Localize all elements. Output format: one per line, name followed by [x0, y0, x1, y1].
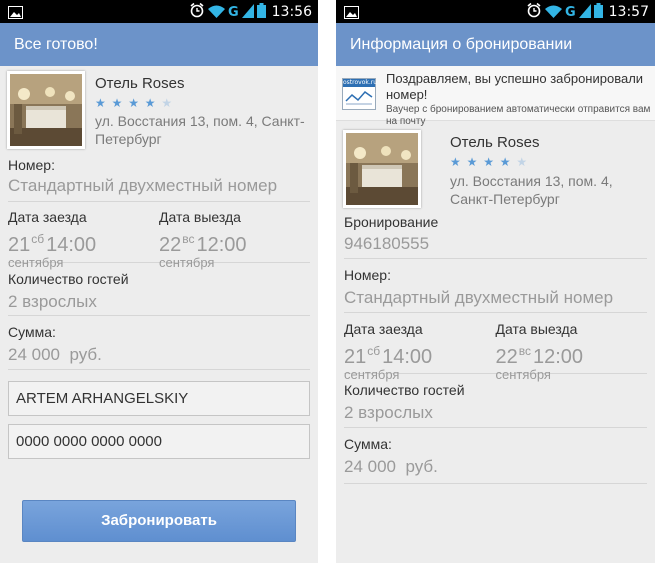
- checkin-day: 21: [344, 346, 367, 368]
- ostrovok-logo: ostrovok.ru: [342, 78, 378, 110]
- network-type: G: [564, 4, 576, 20]
- clock: 13:56: [271, 4, 312, 20]
- wifi-icon: [207, 3, 225, 22]
- checkin-day: 21: [8, 234, 31, 256]
- logo-text: ostrovok.ru: [343, 79, 378, 87]
- room-label: Номер:: [344, 267, 391, 283]
- checkin-label: Дата заезда: [8, 209, 87, 225]
- battery-icon: [593, 2, 603, 22]
- action-bar-title: Информация о бронировании: [336, 23, 655, 66]
- card-number-input[interactable]: 0000 0000 0000 0000: [8, 424, 310, 459]
- checkin-month: сентября: [344, 367, 400, 382]
- wifi-icon: [544, 3, 562, 22]
- star-icon: ★: [95, 96, 107, 110]
- sum-value: 24 000 руб.: [8, 345, 102, 364]
- sum-value: 24 000 руб.: [344, 457, 438, 476]
- notice-title: Поздравляем, вы успешно забронировали но…: [386, 71, 644, 102]
- divider: [8, 369, 310, 370]
- guests-value: 2 взрослых: [8, 292, 97, 311]
- checkin-month: сентября: [8, 255, 64, 270]
- star-icon: ★: [499, 155, 512, 169]
- checkout-month: сентября: [495, 367, 551, 382]
- star-rating: ★ ★ ★ ★ ★: [95, 96, 173, 110]
- sum-label: Сумма:: [344, 436, 392, 452]
- alarm-icon: [526, 2, 542, 22]
- hotel-photo: [343, 130, 421, 208]
- checkin: Дата заезда 21сб 14:00 сентября: [344, 321, 496, 382]
- hotel-card[interactable]: Отель Roses ★ ★ ★ ★ ★ ул. Восстания 13, …: [0, 66, 318, 153]
- star-icon: ★: [111, 96, 124, 110]
- checkout-time: 12:00: [196, 234, 247, 256]
- booking-number: 946180555: [344, 234, 430, 253]
- star-icon: ★: [450, 155, 462, 169]
- star-icon: ★: [128, 96, 140, 110]
- status-bar: G 13:56: [0, 0, 318, 23]
- success-notice: ostrovok.ru Поздравляем, вы успешно забр…: [336, 66, 655, 127]
- dates-section: Дата заезда 21сб 14:00 сентября Дата выез…: [336, 313, 655, 382]
- battery-icon: [256, 2, 266, 22]
- star-icon: ★: [466, 155, 479, 169]
- checkout-day: 22: [159, 234, 182, 256]
- signal-icon: [578, 3, 591, 22]
- checkin-label: Дата заезда: [344, 321, 423, 337]
- image-icon: [8, 4, 23, 23]
- checkout: Дата выезда 22вс 12:00 сентября: [159, 209, 310, 270]
- hotel-address: ул. Восстания 13, пом. 4, Санкт-Петербур…: [450, 173, 613, 207]
- room-value: Стандартный двухместный номер: [8, 176, 278, 195]
- hotel-name: Отель Roses: [450, 134, 540, 151]
- checkout-label: Дата выезда: [495, 321, 578, 337]
- checkin-time: 14:00: [382, 346, 433, 368]
- guest-name-input[interactable]: ARTEM ARHANGELSKIY: [8, 381, 310, 416]
- action-bar-title: Все готово!: [0, 23, 318, 66]
- booking-form-screen: G 13:56 Все готово! Отель Roses ★ ★ ★ ★: [0, 0, 318, 563]
- room-section: Номер: Стандартный двухместный номер: [336, 259, 655, 312]
- star-icon: ★: [161, 96, 174, 110]
- star-icon: ★: [516, 155, 529, 169]
- room-value: Стандартный двухместный номер: [344, 288, 614, 307]
- sum-section: Сумма: 24 000 руб.: [336, 428, 655, 483]
- booking-info-screen: G 13:57 Информация о бронировании ostrov…: [336, 0, 655, 563]
- checkin: Дата заезда 21сб 14:00 сентября: [8, 209, 159, 270]
- book-button[interactable]: Забронировать: [22, 500, 296, 542]
- checkin-weekday: сб: [31, 232, 45, 246]
- checkin-time: 14:00: [46, 234, 97, 256]
- hotel-card[interactable]: Отель Roses ★ ★ ★ ★ ★ ул. Восстания 13, …: [336, 124, 655, 212]
- alarm-icon: [189, 2, 205, 22]
- checkout: Дата выезда 22вс 12:00 сентября: [495, 321, 648, 382]
- clock: 13:57: [608, 4, 649, 20]
- sum-section: Сумма: 24 000 руб.: [0, 316, 318, 368]
- booking-section: Бронирование 946180555: [336, 212, 655, 258]
- dates-section: Дата заезда 21сб 14:00 сентября Дата выез…: [0, 202, 318, 270]
- hotel-name: Отель Roses: [95, 75, 185, 92]
- checkout-month: сентября: [159, 255, 215, 270]
- checkout-day: 22: [495, 346, 518, 368]
- checkout-time: 12:00: [533, 346, 584, 368]
- guests-section: Количество гостей 2 взрослых: [0, 263, 318, 315]
- checkout-weekday: вс: [518, 344, 531, 358]
- star-icon: ★: [144, 96, 157, 110]
- guests-label: Количество гостей: [344, 382, 465, 398]
- image-icon: [344, 4, 359, 23]
- hotel-photo: [7, 71, 85, 149]
- signal-icon: [241, 3, 254, 22]
- room-section: Номер: Стандартный двухместный номер: [0, 153, 318, 196]
- status-bar: G 13:57: [336, 0, 655, 23]
- checkout-weekday: вс: [182, 232, 195, 246]
- guests-label: Количество гостей: [8, 271, 129, 287]
- hotel-address: ул. Восстания 13, пом. 4, Санкт-Петербур…: [95, 113, 305, 147]
- checkin-weekday: сб: [367, 344, 381, 358]
- star-icon: ★: [483, 155, 495, 169]
- network-type: G: [227, 4, 239, 20]
- checkout-label: Дата выезда: [159, 209, 241, 225]
- star-rating: ★ ★ ★ ★ ★: [450, 155, 528, 169]
- sum-label: Сумма:: [8, 324, 56, 340]
- divider: [344, 483, 647, 484]
- guests-value: 2 взрослых: [344, 403, 433, 422]
- room-label: Номер:: [8, 157, 55, 173]
- booking-label: Бронирование: [344, 214, 439, 230]
